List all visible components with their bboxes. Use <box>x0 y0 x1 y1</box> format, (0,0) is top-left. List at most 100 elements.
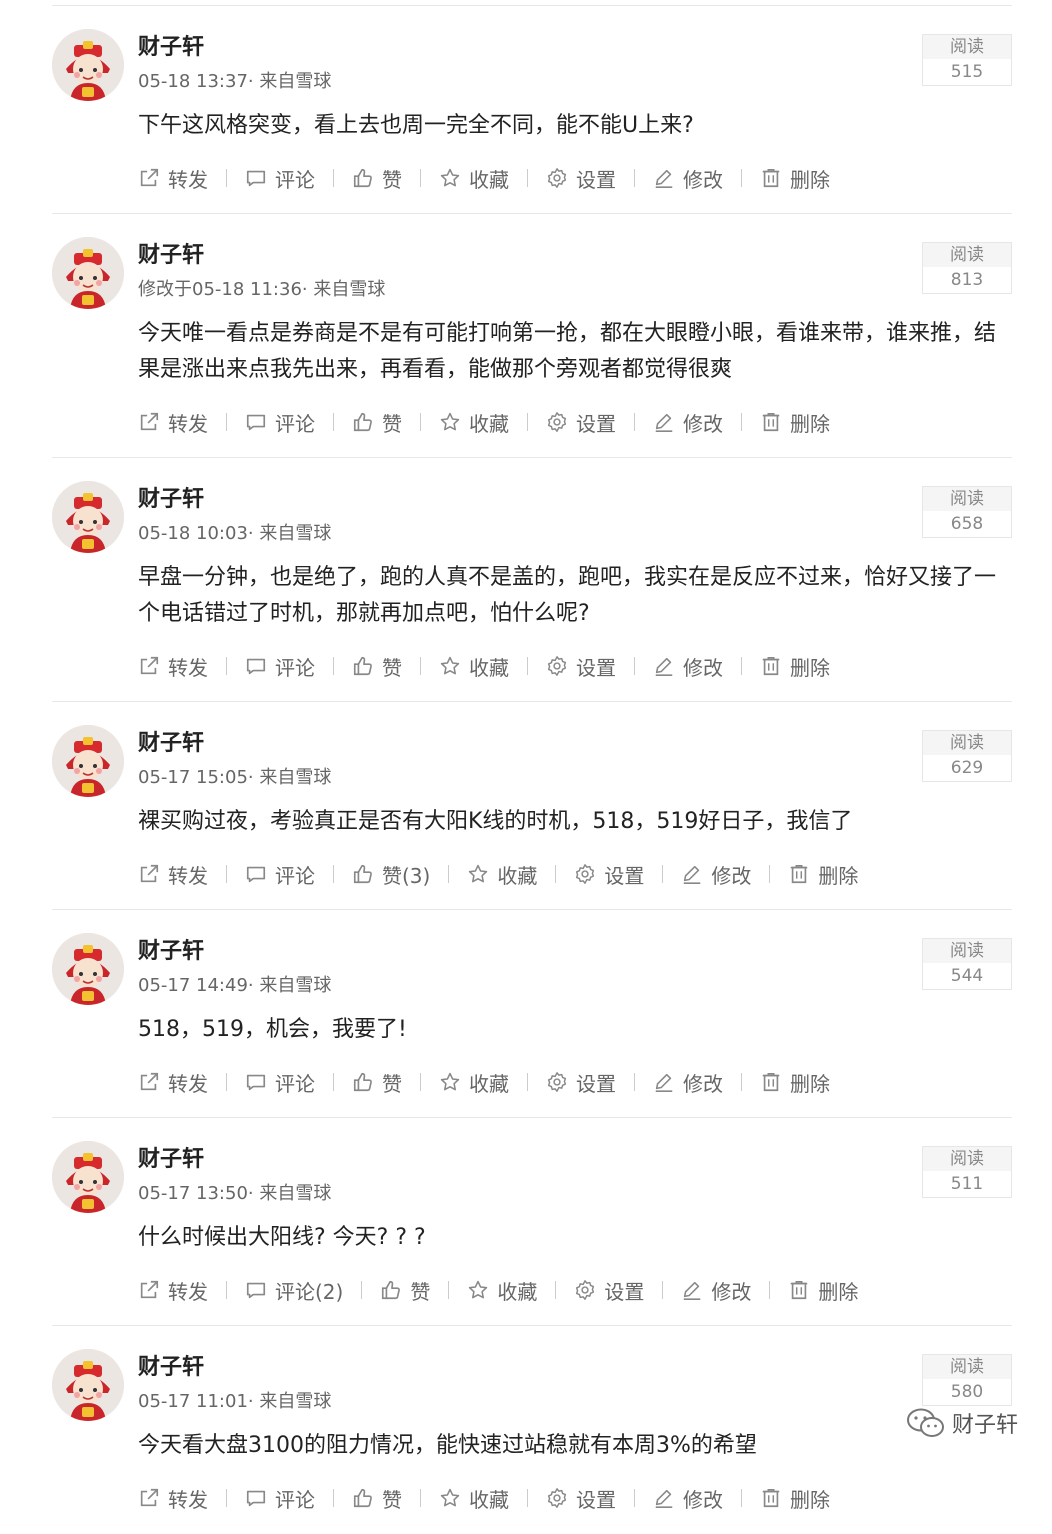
delete-button[interactable]: 删除 <box>760 408 830 437</box>
comment-button[interactable]: 评论 <box>245 1068 315 1097</box>
divider <box>555 1281 557 1299</box>
author-name[interactable]: 财子轩 <box>138 484 1012 516</box>
edit-button[interactable]: 修改 <box>681 860 751 889</box>
like-button[interactable]: 赞(3) <box>352 860 430 889</box>
avatar[interactable] <box>52 1141 124 1213</box>
author-name[interactable]: 财子轩 <box>138 728 1012 760</box>
forward-button[interactable]: 转发 <box>138 1484 208 1513</box>
settings-label: 设置 <box>576 1071 616 1096</box>
favorite-button[interactable]: 收藏 <box>467 860 537 889</box>
delete-button[interactable]: 删除 <box>760 652 830 681</box>
read-count-label: 阅读 <box>923 1355 1011 1379</box>
delete-button[interactable]: 删除 <box>760 1484 830 1513</box>
settings-button[interactable]: 设置 <box>546 164 616 193</box>
watermark-text: 财子轩 <box>951 1413 1018 1438</box>
favorite-button[interactable]: 收藏 <box>467 1276 537 1305</box>
post-time[interactable]: 05-17 11:01 <box>138 1391 248 1412</box>
avatar[interactable] <box>52 481 124 553</box>
forward-button[interactable]: 转发 <box>138 164 208 193</box>
author-name[interactable]: 财子轩 <box>138 240 1012 272</box>
like-button[interactable]: 赞 <box>380 1276 430 1305</box>
divider <box>226 865 227 883</box>
trash-icon <box>762 1489 780 1508</box>
favorite-button[interactable]: 收藏 <box>439 164 509 193</box>
avatar[interactable] <box>52 29 124 101</box>
forward-button[interactable]: 转发 <box>138 1068 208 1097</box>
like-button[interactable]: 赞 <box>352 164 402 193</box>
pencil-icon <box>655 657 673 676</box>
edit-label: 修改 <box>711 1279 752 1304</box>
favorite-button[interactable]: 收藏 <box>439 1484 509 1513</box>
delete-label: 删除 <box>790 655 830 680</box>
comment-button[interactable]: 评论 <box>245 860 315 889</box>
avatar[interactable] <box>52 725 124 797</box>
post-time[interactable]: 修改于05-18 11:36 <box>138 279 302 300</box>
favorite-button[interactable]: 收藏 <box>439 652 509 681</box>
edit-button[interactable]: 修改 <box>653 1484 723 1513</box>
favorite-button[interactable]: 收藏 <box>439 1068 509 1097</box>
thumbs-up-icon <box>382 1280 401 1300</box>
gear-icon <box>547 1072 567 1092</box>
edit-button[interactable]: 修改 <box>653 652 723 681</box>
edit-button[interactable]: 修改 <box>681 1276 751 1305</box>
comment-button[interactable]: 评论 <box>245 652 315 681</box>
read-count-badge: 阅读 511 <box>922 1146 1012 1198</box>
post-source: · 来自雪球 <box>247 523 332 544</box>
like-button[interactable]: 赞 <box>352 1068 402 1097</box>
delete-button[interactable]: 删除 <box>760 1068 830 1097</box>
settings-button[interactable]: 设置 <box>574 860 644 889</box>
forward-button[interactable]: 转发 <box>138 408 208 437</box>
edit-button[interactable]: 修改 <box>653 408 723 437</box>
post-actions: 转发 评论 赞 收藏 设置 修改 删除 <box>138 646 1012 686</box>
star-icon <box>469 864 488 883</box>
avatar[interactable] <box>52 1349 124 1421</box>
author-name[interactable]: 财子轩 <box>138 1352 1012 1384</box>
settings-button[interactable]: 设置 <box>546 408 616 437</box>
post-time[interactable]: 05-17 14:49 <box>138 975 248 996</box>
delete-button[interactable]: 删除 <box>788 1276 858 1305</box>
share-icon <box>140 1280 159 1299</box>
avatar[interactable] <box>52 933 124 1005</box>
like-button[interactable]: 赞 <box>352 652 402 681</box>
comment-icon <box>246 658 266 675</box>
comment-button[interactable]: 评论 <box>245 1484 315 1513</box>
settings-button[interactable]: 设置 <box>574 1276 644 1305</box>
delete-button[interactable]: 删除 <box>788 860 858 889</box>
edit-label: 修改 <box>683 1071 723 1096</box>
settings-button[interactable]: 设置 <box>546 652 616 681</box>
avatar[interactable] <box>52 237 124 309</box>
author-name[interactable]: 财子轩 <box>138 32 1012 64</box>
comment-button[interactable]: 评论 <box>245 408 315 437</box>
forward-button[interactable]: 转发 <box>138 652 208 681</box>
post-time[interactable]: 05-17 13:50 <box>138 1183 248 1204</box>
author-name[interactable]: 财子轩 <box>138 936 1012 968</box>
edit-button[interactable]: 修改 <box>653 1068 723 1097</box>
edit-button[interactable]: 修改 <box>653 164 723 193</box>
read-count-label: 阅读 <box>923 243 1011 267</box>
forward-button[interactable]: 转发 <box>138 860 208 889</box>
comment-button[interactable]: 评论(2) <box>245 1276 343 1305</box>
divider <box>527 169 528 187</box>
settings-button[interactable]: 设置 <box>546 1484 616 1513</box>
like-button[interactable]: 赞 <box>352 408 402 437</box>
post-content: 今天看大盘3100的阻力情况，能快速过站稳就有本周3%的希望 <box>138 1433 757 1458</box>
like-label: 赞 <box>382 1071 402 1096</box>
post-source: · 来自雪球 <box>247 71 332 92</box>
post-time[interactable]: 05-17 15:05 <box>138 767 248 788</box>
like-label: 赞 <box>410 1279 431 1304</box>
forward-button[interactable]: 转发 <box>138 1276 208 1305</box>
post-time[interactable]: 05-18 13:37 <box>138 71 248 92</box>
divider <box>420 657 421 675</box>
divider <box>741 1073 742 1091</box>
post-time[interactable]: 05-18 10:03 <box>138 523 248 544</box>
thumbs-up-icon <box>353 864 372 884</box>
comment-button[interactable]: 评论 <box>245 164 315 193</box>
delete-button[interactable]: 删除 <box>760 164 830 193</box>
author-name[interactable]: 财子轩 <box>138 1144 1012 1176</box>
like-button[interactable]: 赞 <box>352 1484 402 1513</box>
settings-button[interactable]: 设置 <box>546 1068 616 1097</box>
favorite-button[interactable]: 收藏 <box>439 408 509 437</box>
star-icon <box>440 1072 460 1091</box>
comment-icon <box>246 170 266 187</box>
read-count-badge: 阅读 629 <box>922 730 1012 782</box>
